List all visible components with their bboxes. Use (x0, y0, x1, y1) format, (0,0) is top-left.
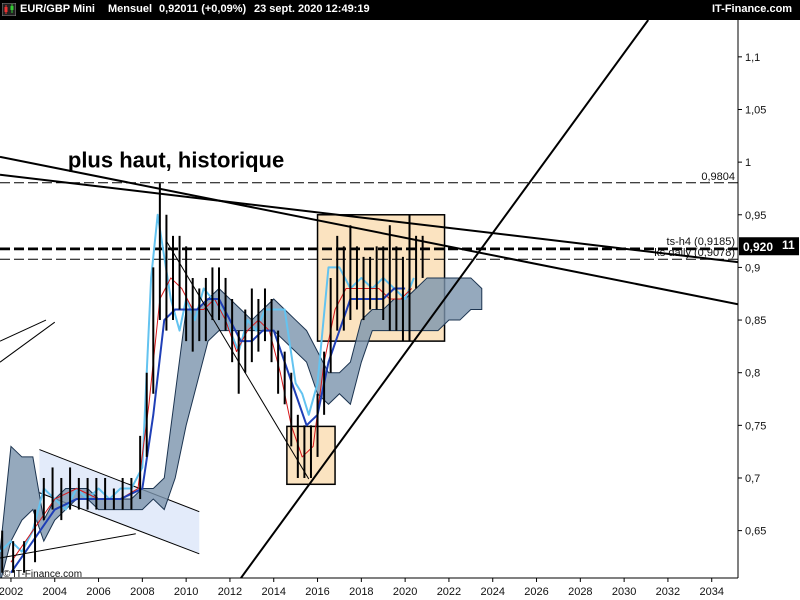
x-tick-label-7: 2016 (305, 586, 329, 598)
instrument-name: EUR/GBP Mini (20, 3, 95, 15)
candlestick-chart-icon (2, 3, 16, 16)
x-tick-label-16: 2034 (699, 586, 723, 598)
x-tick-label-2: 2006 (86, 586, 110, 598)
x-tick-label-11: 2024 (480, 586, 504, 598)
y-tick-label-6: 0,8 (745, 368, 760, 380)
header-bar: EUR/GBP Mini Mensuel 0,92011 (+0,09%) 23… (0, 0, 800, 20)
trendline-2 (239, 20, 650, 578)
y-tick-label-9: 0,65 (745, 526, 766, 538)
current-price-suffix: 11 (782, 238, 795, 252)
y-tick-label-3: 0,95 (745, 210, 766, 222)
x-tick-label-0: 2002 (0, 586, 23, 598)
level-label-0: 0,9804 (701, 171, 735, 183)
x-tick-label-9: 2020 (393, 586, 417, 598)
trendline-3 (0, 533, 136, 559)
period-label: Mensuel (108, 3, 153, 15)
x-tick-label-12: 2026 (524, 586, 548, 598)
watermark: © IT-Finance.com (3, 569, 82, 580)
y-tick-label-0: 1,1 (745, 52, 760, 64)
trendline-5 (0, 319, 47, 342)
current-price-label: 0,920 (743, 240, 773, 254)
brand-label: IT-Finance.com (712, 3, 793, 15)
x-tick-label-3: 2008 (130, 586, 154, 598)
x-tick-label-15: 2032 (656, 586, 680, 598)
x-tick-label-4: 2010 (174, 586, 198, 598)
y-tick-label-7: 0,75 (745, 420, 766, 432)
y-tick-label-1: 1,05 (745, 104, 766, 116)
y-tick-label-8: 0,7 (745, 473, 760, 485)
annotation-text-0: plus haut, historique (68, 147, 284, 172)
datetime-label: 23 sept. 2020 12:49:19 (254, 3, 370, 15)
x-tick-label-13: 2028 (568, 586, 592, 598)
x-tick-label-8: 2018 (349, 586, 373, 598)
chart-window: EUR/GBP Mini Mensuel 0,92011 (+0,09%) 23… (0, 0, 800, 600)
x-tick-label-5: 2012 (218, 586, 242, 598)
x-tick-label-6: 2014 (261, 586, 285, 598)
x-tick-label-1: 2004 (43, 586, 67, 598)
y-tick-label-4: 0,9 (745, 262, 760, 274)
y-tick-label-5: 0,85 (745, 315, 766, 327)
quote-value: 0,92011 (+0,09%) (159, 3, 247, 15)
x-tick-label-10: 2022 (437, 586, 461, 598)
level-label-1: ts-h4 (0,9185) (667, 236, 735, 248)
y-tick-label-2: 1 (745, 157, 751, 169)
x-tick-label-14: 2030 (612, 586, 636, 598)
price-chart[interactable]: 0,9804ts-h4 (0,9185)ks daily (0,9078) pl… (0, 20, 800, 600)
